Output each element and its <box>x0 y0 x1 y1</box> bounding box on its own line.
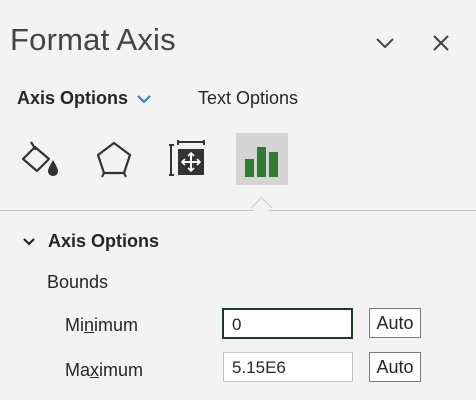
tab-axis-options[interactable]: Axis Options <box>17 88 152 109</box>
tab-axis-options-label: Axis Options <box>17 88 129 108</box>
axis-options-tab[interactable] <box>236 133 288 185</box>
effects-icon <box>96 141 132 178</box>
minimum-auto-button[interactable]: Auto <box>369 308 421 338</box>
fill-line-icon <box>21 141 58 176</box>
chevron-down-icon <box>376 38 394 49</box>
bounds-label: Bounds <box>47 272 109 292</box>
minimum-label: Minimum <box>65 315 139 335</box>
chevron-down-icon <box>23 237 35 246</box>
maximum-bound-input[interactable] <box>223 352 353 382</box>
maximum-label: Maximum <box>65 360 144 380</box>
close-pane-button[interactable] <box>428 30 454 56</box>
section-title: Axis Options <box>48 231 160 251</box>
effects-tab[interactable] <box>88 133 140 185</box>
collapse-pane-button[interactable] <box>372 30 398 56</box>
minimum-bound-input[interactable] <box>222 308 353 339</box>
selected-tab-pointer <box>250 196 273 219</box>
tab-text-options[interactable]: Text Options <box>198 88 298 109</box>
tab-separator <box>0 210 476 211</box>
axis-options-icon <box>245 147 278 177</box>
size-properties-tab[interactable] <box>162 133 214 185</box>
axis-options-section-header[interactable]: Axis Options <box>22 231 159 252</box>
close-icon <box>433 35 449 51</box>
fill-line-tab[interactable] <box>16 133 68 185</box>
panel-title: Format Axis <box>10 22 176 57</box>
size-properties-icon <box>169 140 205 176</box>
maximum-auto-button[interactable]: Auto <box>369 352 421 382</box>
chevron-down-icon <box>137 94 151 103</box>
